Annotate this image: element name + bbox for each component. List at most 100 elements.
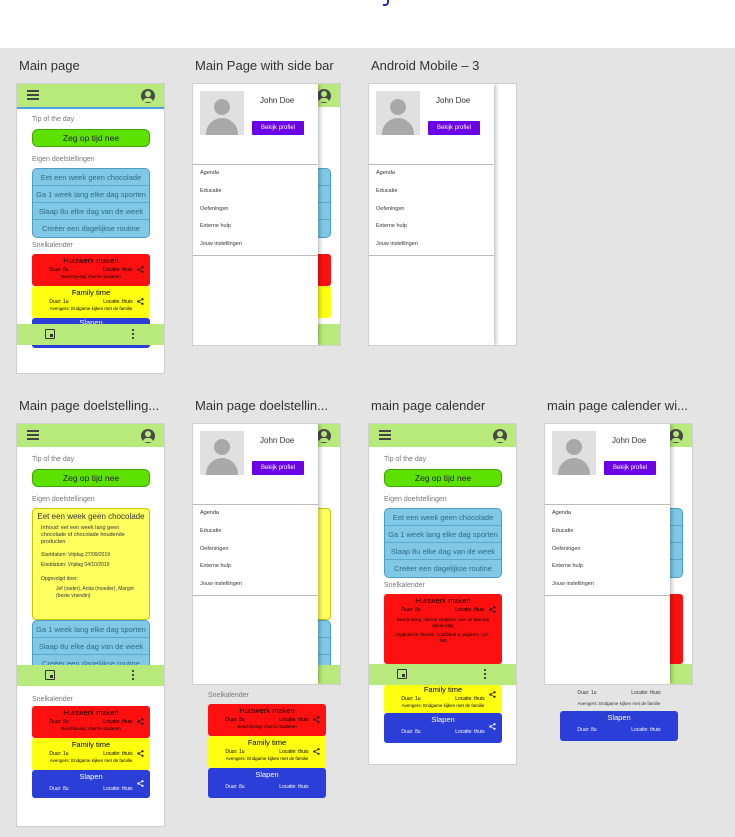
drawer-item-externe-hulp[interactable]: Externe hulp [376,223,407,229]
account-icon[interactable] [317,89,331,103]
board-main-side-bar[interactable]: John Doe Bekijk profiel Agenda Educatie … [192,83,341,346]
share-icon[interactable] [137,266,144,273]
avatar [552,431,596,475]
drawer-item-instellingen[interactable]: Jouw instellingen [200,241,242,247]
drawer-item-oefeningen[interactable]: Oefeningen [376,206,404,212]
event-card-family[interactable]: Family time Duur: 1u Locatie: thuis Aveng… [208,736,326,768]
board-title-doelstelling[interactable]: Main page doelstelling... [19,398,164,413]
side-drawer: John Doe Bekijk profiel Agenda Educatie … [193,84,318,345]
drawer-item-agenda[interactable]: Agenda [552,510,571,516]
share-icon[interactable] [137,750,144,757]
drawer-item-agenda[interactable]: Agenda [376,170,395,176]
board-doelstelling[interactable]: Tip of the day Zeg op tijd nee Eigen doe… [16,423,165,827]
board-title-side-bar[interactable]: Main Page with side bar [195,58,345,73]
goal-item[interactable]: Eet een week geen chocolade [385,509,501,526]
view-profile-button[interactable]: Bekijk profiel [428,121,480,135]
share-icon[interactable] [489,606,496,613]
event-card-slapen[interactable]: Slapen Duur: 8u Locatie: thuis [384,713,502,743]
event-card-slapen[interactable]: Slapen Duur: 8u Locatie: thuis [32,770,150,798]
account-icon[interactable] [493,429,507,443]
event-description: Avengers: Endgame kijken met de familie [577,701,661,706]
drawer-item-educatie[interactable]: Educatie [200,528,221,534]
share-icon[interactable] [137,780,144,787]
goal-item[interactable]: Slaap 8u elke dag van de week [385,543,501,560]
event-location: Locatie: thuis [631,690,661,696]
event-card-huiswerk-expanded[interactable]: Huiswerk maken Duur: 8u Locatie: thuis Be… [384,594,502,664]
more-icon[interactable] [132,329,134,331]
share-icon[interactable] [313,748,320,755]
drawer-item-oefeningen[interactable]: Oefeningen [200,546,228,552]
menu-icon[interactable] [27,90,39,100]
account-icon[interactable] [141,429,155,443]
user-name: John Doe [260,436,295,445]
drawer-item-instellingen[interactable]: Jouw instellingen [552,581,594,587]
calendar-icon[interactable] [45,670,55,680]
board-title-android-3[interactable]: Android Mobile – 3 [371,58,521,73]
drawer-item-educatie[interactable]: Educatie [200,188,221,194]
drawer-item-externe-hulp[interactable]: Externe hulp [200,563,231,569]
goal-item[interactable]: Slaap 8u elke dag van de week [33,638,149,655]
event-duration: Duur: 8u [49,786,69,792]
event-card-family[interactable]: Family time Duur: 1u Locatie: thuis Aveng… [32,286,150,318]
view-profile-button[interactable]: Bekijk profiel [252,461,304,475]
goal-item[interactable]: Creëer een dagelijkse routine [33,220,149,237]
tip-of-the-day[interactable]: Zeg op tijd nee [384,469,502,487]
goal-item[interactable]: Eet een week geen chocolade [33,169,149,186]
board-main-page[interactable]: Tip of the day Zeg op tijd nee Eigen doe… [16,83,165,374]
event-card-huiswerk[interactable]: Huiswerk maken Duur: 8u Locatie: thuis Be… [208,704,326,736]
avatar [200,91,244,135]
share-icon[interactable] [313,716,320,723]
tip-of-the-day[interactable]: Zeg op tijd nee [32,469,150,487]
more-icon[interactable] [484,669,486,671]
user-name: John Doe [260,96,295,105]
menu-icon[interactable] [27,430,39,440]
event-card-slapen[interactable]: Slapen Duur: 8u Locatie: thuis [560,711,678,741]
drawer-item-externe-hulp[interactable]: Externe hulp [200,223,231,229]
view-profile-button[interactable]: Bekijk profiel [604,461,656,475]
event-card-family[interactable]: Family time Duur: 1u Locatie: thuis Aveng… [32,738,150,770]
view-profile-button[interactable]: Bekijk profiel [252,121,304,135]
board-title-doelstellin-drawer[interactable]: Main page doelstellin... [195,398,340,413]
board-calender-drawer[interactable]: John Doe Bekijk profiel Agenda Educatie … [544,423,693,685]
board-main-calender[interactable]: Tip of the day Zeg op tijd nee Eigen doe… [368,423,517,765]
event-card-slapen[interactable]: Slapen Duur: 8u Locatie: thuis [208,768,326,798]
calendar-icon[interactable] [397,669,407,679]
drawer-item-educatie[interactable]: Educatie [552,528,573,534]
tip-of-the-day[interactable]: Zeg op tijd nee [32,129,150,147]
drawer-item-educatie[interactable]: Educatie [376,188,397,194]
goal-item[interactable]: Ga 1 week lang elke dag sporten [33,621,149,638]
goal-detail-card[interactable]: Eet een week geen chocolade Inhoud: eet … [32,508,150,620]
drawer-item-externe-hulp[interactable]: Externe hulp [552,563,583,569]
board-title-calender-drawer[interactable]: main page calender wi... [547,398,697,413]
drawer-item-agenda[interactable]: Agenda [200,170,219,176]
goal-item[interactable]: Ga 1 week lang elke dag sporten [33,186,149,203]
share-icon[interactable] [137,718,144,725]
account-icon[interactable] [669,429,683,443]
event-card-huiswerk[interactable]: Huiswerk maken Duur: 8u Locatie: thuis Be… [32,254,150,286]
menu-icon[interactable] [379,430,391,440]
event-description: Beschrijving: cherrie studeren [237,724,297,729]
account-icon[interactable] [317,429,331,443]
goal-item[interactable]: Ga 1 week lang elke dag sporten [385,526,501,543]
drawer-item-instellingen[interactable]: Jouw instellingen [376,241,418,247]
board-title-calender[interactable]: main page calender [371,398,521,413]
goal-item[interactable]: Creëer een dagelijkse routine [385,560,501,577]
board-android-mobile-3[interactable]: John Doe Bekijk profiel Agenda Educatie … [368,83,517,346]
account-icon[interactable] [141,89,155,103]
board-title-main-page[interactable]: Main page [19,58,169,73]
share-icon[interactable] [137,298,144,305]
event-card-family[interactable]: Family time Duur: 1u Locatie: thuis Aveng… [384,685,502,713]
drawer-item-oefeningen[interactable]: Oefeningen [200,206,228,212]
board-doelstellin-drawer[interactable]: John Doe Bekijk profiel Agenda Educatie … [192,423,341,685]
event-duration: Duur: 1u [401,696,421,702]
calendar-icon[interactable] [45,329,55,339]
drawer-item-agenda[interactable]: Agenda [200,510,219,516]
share-icon[interactable] [489,691,496,698]
drawer-item-oefeningen[interactable]: Oefeningen [552,546,580,552]
more-icon[interactable] [132,670,134,672]
goal-end-date: Einddatum: Vrijdag 04/10/2019 [41,562,110,568]
event-card-huiswerk[interactable]: Huiswerk maken Duur: 8u Locatie: thuis Be… [32,706,150,738]
share-icon[interactable] [489,723,496,730]
goal-item[interactable]: Slaap 8u elke dag van de week [33,203,149,220]
drawer-item-instellingen[interactable]: Jouw instellingen [200,581,242,587]
